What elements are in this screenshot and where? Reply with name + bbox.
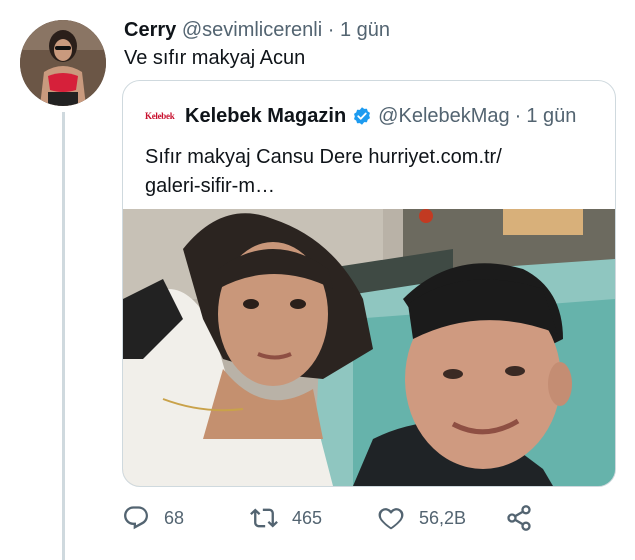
quoted-tweet-photo[interactable] <box>123 209 615 486</box>
tweet-text: Ve sıfır makyaj Acun <box>124 47 306 69</box>
tweet-header: Cerry @sevimlicerenli · 1 gün <box>124 18 390 42</box>
quoted-tweet-card[interactable]: Kelebek Kelebek Magazin @KelebekMag · 1 … <box>122 80 616 487</box>
quoted-text-line-1: Sıfır makyaj Cansu Dere hurriyet.com.tr/ <box>145 146 502 168</box>
quoted-account-logo: Kelebek <box>145 111 175 121</box>
reply-icon <box>124 506 148 530</box>
share-button[interactable] <box>505 500 547 536</box>
quoted-text-line-2[interactable]: galeri-sifir-m… <box>145 172 585 201</box>
verified-badge-icon <box>352 106 372 126</box>
like-count: 56,2B <box>419 507 467 528</box>
tweet-time[interactable]: 1 gün <box>340 19 390 41</box>
retweet-button[interactable]: 465 <box>250 500 322 536</box>
quoted-tweet-header: Kelebek Kelebek Magazin @KelebekMag · 1 … <box>145 103 576 129</box>
quoted-tweet-time[interactable]: 1 gün <box>526 105 576 128</box>
reply-button[interactable]: 68 <box>122 500 184 536</box>
reply-count: 68 <box>164 507 185 528</box>
display-name[interactable]: Cerry <box>124 19 176 41</box>
retweet-count: 465 <box>292 507 323 528</box>
thread-line <box>62 112 65 560</box>
avatar-image <box>20 20 106 106</box>
quoted-header-separator: · <box>514 104 522 127</box>
like-button[interactable]: 56,2B <box>377 500 466 536</box>
share-icon <box>507 505 531 531</box>
heart-icon <box>378 508 404 530</box>
retweet-icon <box>250 508 278 528</box>
tweet-actions-bar: 68 465 56,2B <box>122 500 552 536</box>
quoted-display-name[interactable]: Kelebek Magazin <box>185 105 346 128</box>
quoted-tweet-text: Sıfır makyaj Cansu Dere hurriyet.com.tr/… <box>145 143 585 201</box>
quoted-user-handle[interactable]: @KelebekMag <box>378 105 509 128</box>
user-handle[interactable]: @sevimlicerenli <box>182 19 322 41</box>
header-separator: · <box>327 19 335 41</box>
avatar[interactable] <box>20 20 106 106</box>
